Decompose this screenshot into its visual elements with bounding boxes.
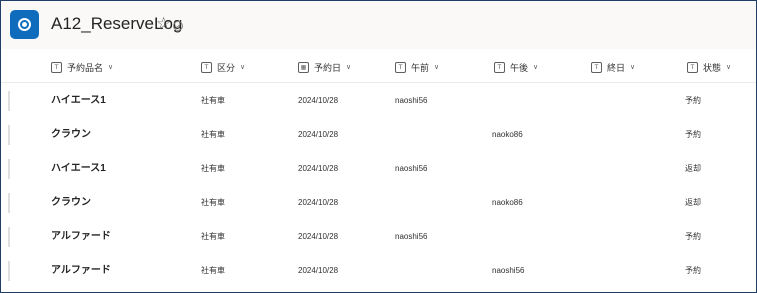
cell-name[interactable]: ハイエース1 bbox=[51, 84, 106, 118]
cell-name[interactable]: アルファード bbox=[51, 254, 111, 288]
row-select-handle[interactable] bbox=[8, 193, 10, 213]
cell-status: 返却 bbox=[685, 198, 701, 207]
app-icon-dot bbox=[22, 22, 27, 27]
column-label: 予約品名 bbox=[67, 62, 104, 73]
cell-date: 2024/10/28 bbox=[298, 164, 339, 173]
text-icon: T bbox=[201, 61, 212, 73]
calendar-icon: ▦ bbox=[298, 61, 309, 73]
table-row[interactable]: ハイエース1 社有車 2024/10/28 naoshi56 返却 bbox=[1, 152, 756, 186]
cell-date: 2024/10/28 bbox=[298, 198, 339, 207]
chevron-down-icon: ∨ bbox=[434, 64, 440, 71]
cell-name[interactable]: クラウン bbox=[51, 186, 91, 220]
cell-category: 社有車 bbox=[201, 164, 225, 173]
cell-date: 2024/10/28 bbox=[298, 130, 339, 139]
cell-status: 返却 bbox=[685, 164, 701, 173]
row-select-handle[interactable] bbox=[8, 261, 10, 281]
cell-am: naoshi56 bbox=[395, 232, 428, 241]
column-header-status[interactable]: T 状態 ∨ bbox=[687, 59, 731, 75]
verified-icon bbox=[173, 21, 183, 31]
table-row[interactable]: クラウン 社有車 2024/10/28 naoko86 予約 bbox=[1, 118, 756, 152]
list-header: A12_ReserveLog ☆ bbox=[1, 1, 756, 49]
text-icon: T bbox=[687, 61, 698, 73]
column-label: 区分 bbox=[217, 62, 236, 73]
cell-name[interactable]: クラウン bbox=[51, 118, 91, 152]
column-header-category[interactable]: T 区分 ∨ bbox=[201, 59, 245, 75]
table-row[interactable]: ハイエース1 社有車 2024/10/28 naoshi56 予約 bbox=[1, 84, 756, 118]
table-row[interactable]: アルファード 社有車 2024/10/28 naoshi56 予約 bbox=[1, 220, 756, 254]
row-select-handle[interactable] bbox=[8, 91, 10, 111]
chevron-down-icon: ∨ bbox=[726, 64, 732, 71]
text-icon: T bbox=[51, 61, 62, 73]
column-label: 午前 bbox=[411, 62, 430, 73]
column-label: 午後 bbox=[510, 62, 529, 73]
cell-date: 2024/10/28 bbox=[298, 232, 339, 241]
cell-name[interactable]: ハイエース1 bbox=[51, 152, 106, 186]
cell-category: 社有車 bbox=[201, 266, 225, 275]
list-view: A12_ReserveLog ☆ T 予約品名 ∨ T 区分 ∨ ▦ 予約日 ∨… bbox=[0, 0, 757, 293]
header-divider bbox=[1, 82, 756, 83]
cell-category: 社有車 bbox=[201, 96, 225, 105]
cell-status: 予約 bbox=[685, 266, 701, 275]
chevron-down-icon: ∨ bbox=[240, 64, 246, 71]
column-label: 状態 bbox=[703, 62, 722, 73]
column-header-am[interactable]: T 午前 ∨ bbox=[395, 59, 439, 75]
table-row[interactable]: アルファード 社有車 2024/10/28 naoshi56 予約 bbox=[1, 254, 756, 288]
star-icon[interactable]: ☆ bbox=[156, 14, 171, 34]
column-header-name[interactable]: T 予約品名 ∨ bbox=[51, 59, 113, 75]
column-label: 終日 bbox=[607, 62, 626, 73]
column-header-date[interactable]: ▦ 予約日 ∨ bbox=[298, 59, 351, 75]
chevron-down-icon: ∨ bbox=[108, 64, 114, 71]
cell-category: 社有車 bbox=[201, 232, 225, 241]
column-label: 予約日 bbox=[314, 62, 342, 73]
cell-date: 2024/10/28 bbox=[298, 96, 339, 105]
column-header-pm[interactable]: T 午後 ∨ bbox=[494, 59, 538, 75]
chevron-down-icon: ∨ bbox=[346, 64, 352, 71]
cell-name[interactable]: アルファード bbox=[51, 220, 111, 254]
cell-am: naoshi56 bbox=[395, 164, 428, 173]
text-icon: T bbox=[591, 61, 602, 73]
text-icon: T bbox=[494, 61, 505, 73]
text-icon: T bbox=[395, 61, 406, 73]
cell-pm: naoshi56 bbox=[492, 266, 525, 275]
row-select-handle[interactable] bbox=[8, 227, 10, 247]
cell-pm: naoko86 bbox=[492, 130, 523, 139]
chevron-down-icon: ∨ bbox=[533, 64, 539, 71]
cell-status: 予約 bbox=[685, 232, 701, 241]
list-app-icon[interactable] bbox=[10, 10, 39, 39]
cell-pm: naoko86 bbox=[492, 198, 523, 207]
cell-date: 2024/10/28 bbox=[298, 266, 339, 275]
cell-category: 社有車 bbox=[201, 198, 225, 207]
row-select-handle[interactable] bbox=[8, 159, 10, 179]
cell-category: 社有車 bbox=[201, 130, 225, 139]
cell-status: 予約 bbox=[685, 130, 701, 139]
table-row[interactable]: クラウン 社有車 2024/10/28 naoko86 返却 bbox=[1, 186, 756, 220]
cell-am: naoshi56 bbox=[395, 96, 428, 105]
row-select-handle[interactable] bbox=[8, 125, 10, 145]
column-header-allday[interactable]: T 終日 ∨ bbox=[591, 59, 635, 75]
chevron-down-icon: ∨ bbox=[630, 64, 636, 71]
cell-status: 予約 bbox=[685, 96, 701, 105]
